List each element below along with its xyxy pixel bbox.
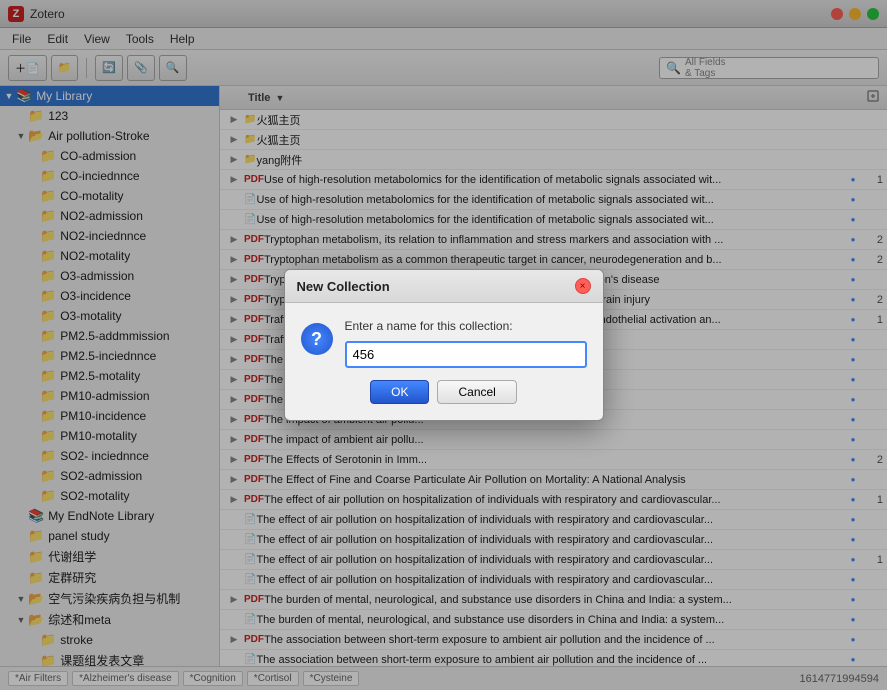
new-collection-dialog: New Collection × ? Enter a name for this…: [284, 269, 604, 421]
modal-label: Enter a name for this collection:: [345, 319, 587, 333]
collection-name-input[interactable]: [345, 341, 587, 368]
modal-question-icon: ?: [301, 323, 333, 355]
modal-title-bar: New Collection ×: [285, 270, 603, 303]
modal-content-row: ? Enter a name for this collection:: [301, 319, 587, 368]
modal-cancel-button[interactable]: Cancel: [437, 380, 516, 404]
modal-overlay[interactable]: New Collection × ? Enter a name for this…: [0, 0, 887, 690]
modal-buttons: OK Cancel: [301, 380, 587, 404]
modal-input-area: Enter a name for this collection:: [345, 319, 587, 368]
modal-title: New Collection: [297, 279, 390, 294]
modal-close-button[interactable]: ×: [575, 278, 591, 294]
modal-ok-button[interactable]: OK: [370, 380, 429, 404]
modal-body: ? Enter a name for this collection: OK C…: [285, 303, 603, 420]
